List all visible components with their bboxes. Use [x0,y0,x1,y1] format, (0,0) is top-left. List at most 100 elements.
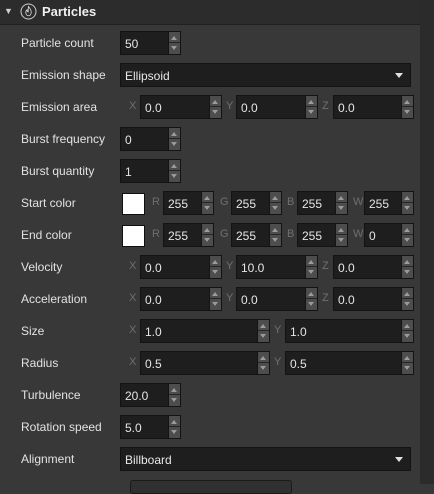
particles-section-header[interactable]: ▼ Particles [0,0,420,25]
size-y-value: 1.0 [290,325,307,339]
acceleration-x-field[interactable]: 0.0 [140,287,222,311]
acceleration-x-value: 0.0 [145,293,162,307]
end-color-r-spinner[interactable] [201,224,213,246]
radius-y-axis: Y [274,356,282,368]
radius-y-spinner[interactable] [401,352,413,374]
emission-area-y-value: 0.0 [241,101,258,115]
start-color-w-spinner[interactable] [401,192,413,214]
radius-row: Radius X 0.5 Y 0.5 [0,350,420,376]
chevron-down-icon [395,457,403,462]
end-color-b-field[interactable]: 255 [297,223,348,247]
emission-shape-value: Ellipsoid [125,69,170,83]
rotation-speed-value: 5.0 [125,421,142,435]
turbulence-row: Turbulence 20.0 [0,382,420,408]
radius-x-spinner[interactable] [257,352,269,374]
partial-bottom-button[interactable] [130,480,292,494]
emission-area-label: Emission area [21,100,98,114]
start-color-b-spinner[interactable] [335,192,347,214]
acceleration-y-spinner[interactable] [305,288,317,310]
burst-quantity-field[interactable]: 1 [120,159,181,183]
start-color-b-field[interactable]: 255 [297,191,348,215]
particle-count-field[interactable]: 50 [120,31,181,55]
end-color-r-field[interactable]: 255 [163,223,214,247]
acceleration-z-spinner[interactable] [401,288,413,310]
burst-quantity-row: Burst quantity 1 [0,158,420,184]
end-color-swatch[interactable] [122,225,145,247]
scrollbar[interactable] [420,0,434,484]
burst-frequency-spinner[interactable] [168,128,180,150]
acceleration-x-spinner[interactable] [209,288,221,310]
burst-quantity-value: 1 [125,165,132,179]
end-color-b-axis: B [287,228,295,240]
fire-icon [20,3,37,20]
end-color-w-field[interactable]: 0 [364,223,414,247]
end-color-w-spinner[interactable] [401,224,413,246]
acceleration-y-field[interactable]: 0.0 [236,287,318,311]
radius-y-field[interactable]: 0.5 [285,351,414,375]
start-color-w-axis: W [353,196,364,208]
velocity-y-spinner[interactable] [305,256,317,278]
acceleration-row: Acceleration X 0.0 Y 0.0 Z 0.0 [0,286,420,312]
start-color-r-field[interactable]: 255 [163,191,214,215]
acceleration-label: Acceleration [21,292,88,306]
burst-frequency-field[interactable]: 0 [120,127,181,151]
emission-area-x-field[interactable]: 0.0 [140,95,222,119]
alignment-row: Alignment Billboard [0,446,420,472]
velocity-x-spinner[interactable] [209,256,221,278]
end-color-g-spinner[interactable] [269,224,281,246]
end-color-g-field[interactable]: 255 [231,223,282,247]
emission-shape-dropdown[interactable]: Ellipsoid [120,63,411,87]
turbulence-label: Turbulence [21,388,81,402]
burst-frequency-row: Burst frequency 0 [0,126,420,152]
start-color-swatch[interactable] [122,193,145,215]
emission-area-y-field[interactable]: 0.0 [236,95,318,119]
velocity-y-field[interactable]: 10.0 [236,255,318,279]
particle-count-spinner[interactable] [168,32,180,54]
start-color-r-axis: R [152,196,160,208]
start-color-g-axis: G [220,196,229,208]
rotation-speed-spinner[interactable] [168,416,180,438]
start-color-w-field[interactable]: 255 [364,191,414,215]
emission-area-z-spinner[interactable] [401,96,413,118]
start-color-w-value: 255 [369,197,390,211]
acceleration-y-axis: Y [226,292,234,304]
start-color-g-spinner[interactable] [269,192,281,214]
end-color-r-axis: R [152,228,160,240]
emission-area-y-spinner[interactable] [305,96,317,118]
rotation-speed-label: Rotation speed [21,420,102,434]
size-y-spinner[interactable] [401,320,413,342]
velocity-z-spinner[interactable] [401,256,413,278]
section-title: Particles [42,4,97,19]
rotation-speed-field[interactable]: 5.0 [120,415,181,439]
size-x-spinner[interactable] [257,320,269,342]
start-color-r-spinner[interactable] [201,192,213,214]
start-color-b-axis: B [287,196,295,208]
velocity-y-axis: Y [226,260,234,272]
chevron-down-icon [395,73,403,78]
turbulence-value: 20.0 [125,389,149,403]
burst-quantity-spinner[interactable] [168,160,180,182]
emission-shape-label: Emission shape [21,68,106,82]
emission-area-x-spinner[interactable] [209,96,221,118]
start-color-g-field[interactable]: 255 [231,191,282,215]
end-color-w-value: 0 [369,229,376,243]
size-x-field[interactable]: 1.0 [140,319,270,343]
turbulence-spinner[interactable] [168,384,180,406]
radius-x-field[interactable]: 0.5 [140,351,270,375]
velocity-z-value: 0.0 [338,261,355,275]
start-color-row: Start color R 255 G 255 B 255 W 255 [0,190,420,216]
size-y-field[interactable]: 1.0 [285,319,414,343]
alignment-label: Alignment [21,452,75,466]
velocity-z-field[interactable]: 0.0 [333,255,414,279]
acceleration-x-axis: X [129,292,137,304]
end-color-b-spinner[interactable] [335,224,347,246]
collapse-arrow-icon[interactable]: ▼ [4,6,13,16]
burst-quantity-label: Burst quantity [21,164,95,178]
turbulence-field[interactable]: 20.0 [120,383,181,407]
acceleration-z-field[interactable]: 0.0 [333,287,414,311]
velocity-x-field[interactable]: 0.0 [140,255,222,279]
emission-area-z-field[interactable]: 0.0 [333,95,414,119]
velocity-z-axis: Z [322,260,329,272]
alignment-dropdown[interactable]: Billboard [120,447,411,471]
radius-label: Radius [21,356,59,370]
